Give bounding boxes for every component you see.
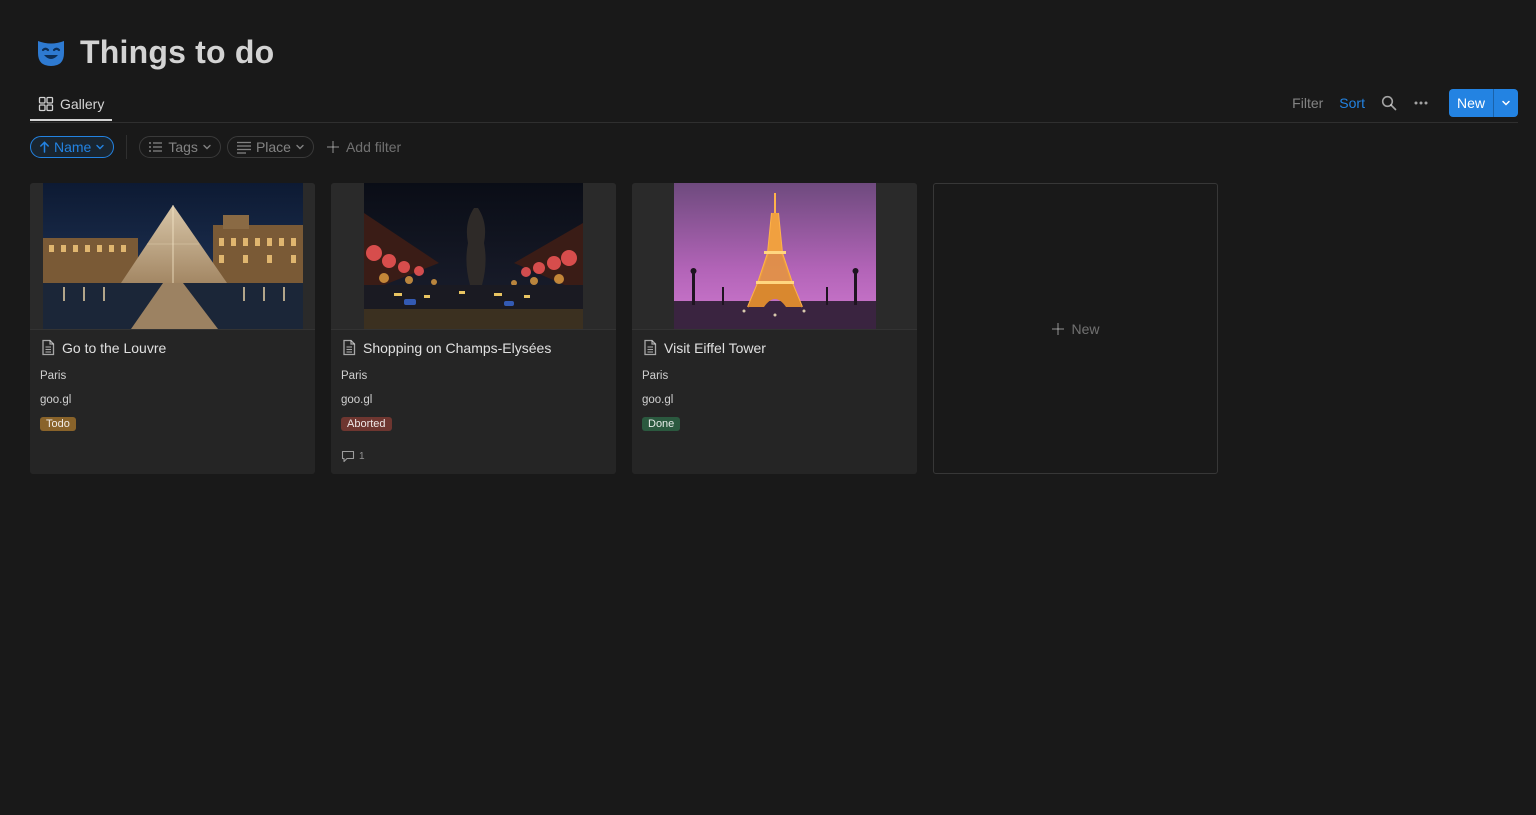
page: Things to do Gallery Filter Sort New Nam…: [0, 0, 1536, 815]
theater-mask-icon[interactable]: [34, 36, 68, 70]
card-cover-image: [632, 183, 917, 330]
card-cover-image: [331, 183, 616, 330]
card-place: Paris: [40, 370, 67, 382]
tab-gallery-label: Gallery: [60, 95, 105, 112]
divider: [126, 135, 128, 159]
status-badge: Done: [642, 417, 681, 431]
tags-chip-label: Tags: [168, 139, 198, 155]
place-chip-label: Place: [255, 139, 291, 155]
filter-chip-tags[interactable]: Tags: [139, 136, 221, 158]
sort-chip-name[interactable]: Name: [30, 136, 115, 158]
chevron-down-icon: [203, 144, 211, 150]
page-icon: [343, 339, 356, 356]
filter-button[interactable]: Filter: [1286, 95, 1329, 111]
chevron-down-icon: [96, 144, 105, 150]
add-filter-button[interactable]: Add filter: [320, 139, 407, 155]
new-button-group: New: [1448, 89, 1518, 117]
filter-row: Name Tags Place Add filter: [30, 135, 407, 159]
gallery-card[interactable]: Shopping on Champs-Elysées Paris goo.gl …: [331, 183, 616, 474]
card-link[interactable]: goo.gl: [341, 394, 372, 406]
plus-icon: [326, 141, 339, 153]
chevron-down-icon: [296, 144, 304, 150]
list-icon: [149, 142, 163, 152]
add-filter-label: Add filter: [345, 139, 402, 155]
sort-chip-label: Name: [54, 139, 92, 155]
new-button[interactable]: New: [1449, 89, 1493, 117]
card-cover-image: [30, 183, 315, 330]
more-options-icon[interactable]: [1407, 89, 1435, 117]
card-title-text: Shopping on Champs-Elysées: [363, 339, 552, 356]
page-icon: [42, 339, 55, 356]
page-title: Things to do: [80, 34, 275, 70]
view-bar: Gallery Filter Sort New: [30, 88, 1518, 123]
chevron-down-icon[interactable]: [1493, 89, 1518, 117]
comment-icon: [341, 450, 355, 463]
comment-count-text: 1: [359, 451, 365, 462]
toolbar: Filter Sort New: [1286, 88, 1518, 118]
new-card-label: New: [1071, 320, 1100, 337]
status-badge: Aborted: [341, 417, 392, 431]
card-link[interactable]: goo.gl: [40, 394, 71, 406]
gallery: Go to the Louvre Paris goo.gl Todo Shopp…: [30, 183, 1218, 474]
comment-count[interactable]: 1: [341, 450, 365, 463]
card-title[interactable]: Shopping on Champs-Elysées: [341, 339, 551, 356]
card-title-text: Go to the Louvre: [62, 339, 167, 356]
gallery-icon: [38, 96, 54, 111]
card-title-text: Visit Eiffel Tower: [664, 339, 766, 356]
text-lines-icon: [236, 141, 251, 154]
card-place: Paris: [341, 370, 368, 382]
new-card-button[interactable]: New: [933, 183, 1218, 474]
gallery-card[interactable]: Visit Eiffel Tower Paris goo.gl Done: [632, 183, 917, 474]
sort-button[interactable]: Sort: [1333, 95, 1371, 111]
filter-chip-place[interactable]: Place: [226, 136, 314, 158]
page-icon: [644, 339, 657, 356]
tab-gallery[interactable]: Gallery: [30, 88, 113, 121]
gallery-card[interactable]: Go to the Louvre Paris goo.gl Todo: [30, 183, 315, 474]
status-badge: Todo: [40, 417, 76, 431]
card-title[interactable]: Go to the Louvre: [40, 339, 166, 356]
search-icon[interactable]: [1375, 89, 1403, 117]
card-title[interactable]: Visit Eiffel Tower: [642, 339, 766, 356]
title-row: Things to do: [34, 34, 274, 71]
card-place: Paris: [642, 370, 669, 382]
arrow-up-icon: [40, 141, 49, 153]
card-link[interactable]: goo.gl: [642, 394, 673, 406]
plus-icon: [1052, 322, 1065, 335]
